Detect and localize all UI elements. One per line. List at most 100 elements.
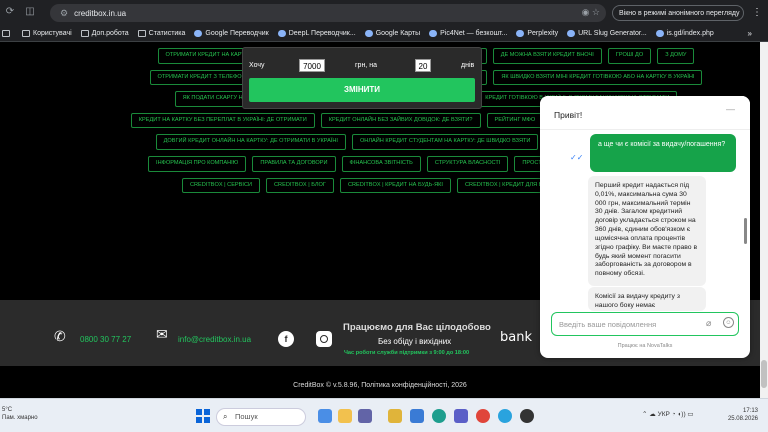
chat-header: Привіт! — xyxy=(540,96,750,130)
phone-icon: ✆ xyxy=(54,328,66,344)
bookmark-item[interactable]: Google Переводчик xyxy=(194,30,269,37)
bookmark-item[interactable]: is.gd/index.php xyxy=(655,30,714,37)
bookmark-apps[interactable] xyxy=(2,30,13,37)
link-chip[interactable]: З дому xyxy=(657,48,695,64)
url-text: creditbox.in.ua xyxy=(74,8,127,18)
link-chip[interactable]: Де можна взяти кредит вночі xyxy=(492,48,602,64)
explorer-icon[interactable] xyxy=(388,409,402,423)
system-tray[interactable]: ⌃ ☁ УКР ◔ ◖)) ▭ xyxy=(642,410,694,418)
teams-chat-icon[interactable] xyxy=(454,409,468,423)
folder-icon xyxy=(22,30,30,37)
bookmarks-bar: Користувачі Доп.робота Статистика Google Пе… xyxy=(0,26,768,42)
bookmark-label: DeepL Переводчик... xyxy=(288,30,356,37)
copyright: CreditBox © v.5.8.96, Політика конфіденц… xyxy=(293,382,467,389)
amount-input[interactable]: 7000 xyxy=(299,59,325,72)
reload-icon[interactable]: ⟳ xyxy=(2,6,18,17)
link-chip[interactable]: Правила та договори xyxy=(252,155,336,172)
folder-icon xyxy=(137,30,146,37)
incognito-badge[interactable]: Вікно в режимі анонімного перегляду xyxy=(612,5,744,21)
address-bar[interactable]: ⚙ creditbox.in.ua ◉ ☆ xyxy=(50,4,606,22)
link-chip[interactable]: Кредит онлайн без зайвих довідок: де взя… xyxy=(320,112,481,129)
chat-input[interactable]: Введіть ваше повідомлення ⌀ ☺ xyxy=(551,312,739,336)
link-chip[interactable]: Як швидко взяти міні кредит готівкою або… xyxy=(493,69,703,86)
language-indicator[interactable]: УКР xyxy=(658,411,670,418)
file-explorer-icon[interactable] xyxy=(338,409,352,423)
site-favicon-icon xyxy=(364,30,373,37)
work-subtitle: Без обіду і вихідних xyxy=(378,337,452,346)
folder-icon xyxy=(2,30,10,37)
user-message: а ще чи є комісії за видачу/погашення? xyxy=(590,134,736,172)
days-input[interactable]: 20 xyxy=(415,59,431,72)
teams-icon[interactable] xyxy=(358,409,372,423)
powered-by[interactable]: Працює на NovaTalks xyxy=(540,343,750,349)
site-favicon-icon xyxy=(655,30,664,37)
bookmark-item[interactable]: URL Slug Generator... xyxy=(567,30,647,37)
bookmark-label: Pic4Net — безкошт... xyxy=(440,30,508,37)
clock-time: 17:13 xyxy=(742,408,758,414)
work-title: Працюємо для Вас цілодобово xyxy=(343,322,491,333)
bookmark-item[interactable]: DeepL Переводчик... xyxy=(277,30,356,37)
emoji-icon[interactable]: ☺ xyxy=(723,317,734,328)
chat-widget: Привіт! — а ще чи є комісії за видачу/по… xyxy=(540,96,750,358)
link-chip[interactable]: CreditBox | Сервіси xyxy=(181,177,261,194)
bookmark-item[interactable]: Pic4Net — безкошт... xyxy=(429,30,507,37)
link-chip[interactable]: Рейтинг МФО xyxy=(486,112,544,129)
link-chip[interactable]: Структура власності xyxy=(426,155,509,172)
attach-icon[interactable]: ⌀ xyxy=(706,318,711,329)
link-chip[interactable]: CreditBox | Блог xyxy=(266,177,334,194)
chrome-incognito-icon[interactable] xyxy=(520,409,534,423)
taskbar-search[interactable]: ⌕ Пошук xyxy=(216,408,306,426)
bookmark-label: URL Slug Generator... xyxy=(578,30,647,37)
bot-message: Комісії за видачу кредиту з нашого боку … xyxy=(588,287,706,311)
support-hours: Час роботи служби підтримки з 9:00 до 18… xyxy=(344,350,470,356)
edge-icon[interactable] xyxy=(432,409,446,423)
link-chip[interactable]: Інформація про компанію xyxy=(148,155,247,172)
chat-scrollbar[interactable] xyxy=(744,218,747,244)
bookmark-item[interactable]: Google Карты xyxy=(364,30,420,37)
browser-menu-icon[interactable]: ⋮ xyxy=(752,7,762,18)
sidebar-icon[interactable]: ◫ xyxy=(22,6,38,17)
chrome-icon[interactable] xyxy=(476,409,490,423)
clock[interactable]: 17:13 25.08.2026 xyxy=(722,407,758,423)
facebook-icon[interactable]: f xyxy=(278,331,294,347)
bookmark-star-icon[interactable]: ◉ ☆ xyxy=(582,7,600,18)
loan-calculator: Хочу 7000 грн, на 20 днів ЗМІНИТИ xyxy=(242,47,482,109)
email-link[interactable]: info@creditbox.in.ua xyxy=(178,335,251,344)
link-chip[interactable]: Кредит на картку без переплат в Україні:… xyxy=(130,112,315,129)
weather-widget[interactable]: 5°C Пам. хмарно xyxy=(2,407,38,423)
bookmark-label: is.gd/index.php xyxy=(666,30,714,37)
read-check-icon: ✓✓ xyxy=(570,153,584,162)
bookmark-item[interactable]: Статистика xyxy=(137,30,186,37)
bookmarks-overflow-icon[interactable]: » xyxy=(748,29,752,38)
link-chip[interactable]: Фінансова звітність xyxy=(341,155,421,172)
site-settings-icon[interactable]: ⚙ xyxy=(60,8,68,19)
folder-icon xyxy=(80,30,89,37)
bookmark-label: Статистика xyxy=(148,30,186,37)
phone-link[interactable]: 0800 30 77 27 xyxy=(80,335,131,344)
search-icon: ⌕ xyxy=(223,412,228,421)
telegram-icon[interactable] xyxy=(498,409,512,423)
store-icon[interactable] xyxy=(410,409,424,423)
bookmark-item[interactable]: Доп.робота xyxy=(80,30,129,37)
bookmark-label: Google Переводчик xyxy=(205,30,269,37)
change-button[interactable]: ЗМІНИТИ xyxy=(249,78,475,102)
page-scrollbar[interactable] xyxy=(760,42,768,398)
bookmark-item[interactable]: Користувачі xyxy=(22,30,72,37)
site-favicon-icon xyxy=(516,30,525,37)
link-chip[interactable]: Онлайн кредит студентам на картку: де шв… xyxy=(351,134,539,150)
link-chip[interactable]: Гроші до xyxy=(607,48,652,64)
widgets-icon[interactable] xyxy=(318,409,332,423)
minimize-icon[interactable]: — xyxy=(726,104,736,114)
bookmark-item[interactable]: Perplexity xyxy=(516,30,558,37)
site-favicon-icon xyxy=(429,30,438,37)
taskbar: 5°C Пам. хмарно ⌕ Пошук ⌃ ☁ УКР ◔ ◖)) ▭ … xyxy=(0,398,768,432)
site-favicon-icon xyxy=(277,30,286,37)
bank-logo: bank xyxy=(500,330,532,345)
days-label: днів xyxy=(461,62,475,69)
scrollbar-thumb[interactable] xyxy=(761,360,767,388)
start-button[interactable] xyxy=(196,409,210,423)
link-chip[interactable]: Довгий кредит онлайн на картку: де отрим… xyxy=(155,134,346,150)
instagram-icon[interactable] xyxy=(316,331,332,347)
chat-input-placeholder: Введіть ваше повідомлення xyxy=(559,320,657,329)
link-chip[interactable]: CreditBox | Кредит на будь-які xyxy=(339,177,451,194)
